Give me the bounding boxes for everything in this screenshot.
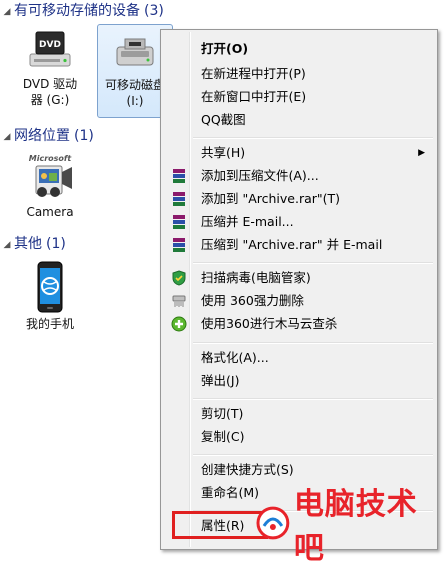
winrar-icon [173, 192, 185, 206]
menu-item-cut[interactable]: 剪切(T) [163, 403, 435, 425]
menu-item-scan-virus-label: 扫描病毒(电脑管家) [201, 270, 311, 285]
group-title: 有可移动存储的设备 [14, 3, 140, 19]
menu-separator [193, 510, 433, 512]
360-security-icon [171, 316, 187, 332]
group-title: 其他 [14, 236, 42, 252]
menu-item-format[interactable]: 格式化(A)... [163, 347, 435, 369]
camera-icon: Microsoft [29, 154, 73, 197]
menu-item-open[interactable]: 打开(O) [163, 38, 435, 60]
menu-item-add-to-archive-label: 添加到压缩文件(A)... [201, 168, 319, 183]
menu-item-copy[interactable]: 复制(C) [163, 426, 435, 448]
collapse-arrow-icon[interactable]: ◢ [0, 126, 14, 148]
group-header-removable[interactable]: ◢ 有可移动存储的设备 (3) [0, 0, 164, 22]
menu-separator [193, 342, 433, 344]
menu-item-compress-rar-email[interactable]: 压缩到 "Archive.rar" 并 E-mail [163, 234, 435, 256]
menu-item-open-new-window[interactable]: 在新窗口中打开(E) [163, 86, 435, 108]
menu-item-add-to-archive[interactable]: 添加到压缩文件(A)... [163, 165, 435, 187]
dvd-drive-item[interactable]: DVD DVD 驱动 器 (G:) [14, 26, 86, 108]
shield-icon [172, 270, 186, 286]
menu-item-compress-email[interactable]: 压缩并 E-mail... [163, 211, 435, 233]
camera-item[interactable]: Microsoft Camera [14, 152, 86, 220]
dvd-label-line2: 器 (G:) [30, 93, 70, 107]
menu-item-trojan-scan[interactable]: 使用360进行木马云查杀 [163, 313, 435, 335]
winrar-icon [173, 215, 185, 229]
phone-item[interactable]: 我的手机 [14, 260, 86, 332]
menu-item-properties[interactable]: 属性(R) [163, 515, 435, 537]
menu-item-share-label: 共享(H) [201, 145, 246, 160]
menu-item-force-delete[interactable]: 使用 360强力删除 [163, 290, 435, 312]
menu-item-add-to-archive-rar[interactable]: 添加到 "Archive.rar"(T) [163, 188, 435, 210]
menu-item-create-shortcut[interactable]: 创建快捷方式(S) [163, 459, 435, 481]
menu-item-scan-virus[interactable]: 扫描病毒(电脑管家) [163, 267, 435, 289]
context-menu: 打开(O) 在新进程中打开(P) 在新窗口中打开(E) QQ截图 共享(H) ▶… [160, 29, 438, 550]
menu-separator [193, 137, 433, 139]
group-count: (1) [46, 236, 66, 252]
menu-item-eject[interactable]: 弹出(J) [163, 370, 435, 392]
mobile-phone-icon [37, 261, 63, 313]
shredder-icon [172, 295, 186, 307]
group-title: 网络位置 [14, 128, 70, 144]
group-header-network[interactable]: ◢ 网络位置 (1) [0, 125, 94, 147]
menu-separator [193, 454, 433, 456]
group-count: (3) [144, 3, 164, 19]
group-header-other[interactable]: ◢ 其他 (1) [0, 233, 66, 255]
menu-separator [193, 398, 433, 400]
group-count: (1) [74, 128, 94, 144]
menu-item-trojan-scan-label: 使用360进行木马云查杀 [201, 316, 338, 331]
menu-item-force-delete-label: 使用 360强力删除 [201, 293, 304, 308]
removable-disk-icon [116, 38, 154, 66]
menu-separator [193, 262, 433, 264]
menu-item-open-new-process[interactable]: 在新进程中打开(P) [163, 63, 435, 85]
menu-item-qq-screenshot[interactable]: QQ截图 [163, 109, 435, 131]
collapse-arrow-icon[interactable]: ◢ [0, 1, 14, 23]
camera-label: Camera [26, 205, 74, 219]
menu-item-rename[interactable]: 重命名(M) [163, 482, 435, 504]
dvd-label-line1: DVD 驱动 [22, 77, 78, 91]
collapse-arrow-icon[interactable]: ◢ [0, 234, 14, 256]
dvd-drive-icon: DVD [29, 31, 71, 67]
camera-logo-text: Microsoft [29, 154, 73, 163]
menu-item-share[interactable]: 共享(H) ▶ [163, 142, 435, 164]
phone-label: 我的手机 [25, 317, 74, 331]
winrar-icon [173, 238, 185, 252]
menu-item-compress-rar-email-label: 压缩到 "Archive.rar" 并 E-mail [201, 237, 383, 252]
menu-item-compress-email-label: 压缩并 E-mail... [201, 214, 294, 229]
submenu-arrow-icon: ▶ [418, 148, 425, 158]
menu-item-add-to-archive-rar-label: 添加到 "Archive.rar"(T) [201, 191, 341, 206]
winrar-icon [173, 169, 185, 183]
dvd-logo-text: DVD [39, 40, 61, 50]
